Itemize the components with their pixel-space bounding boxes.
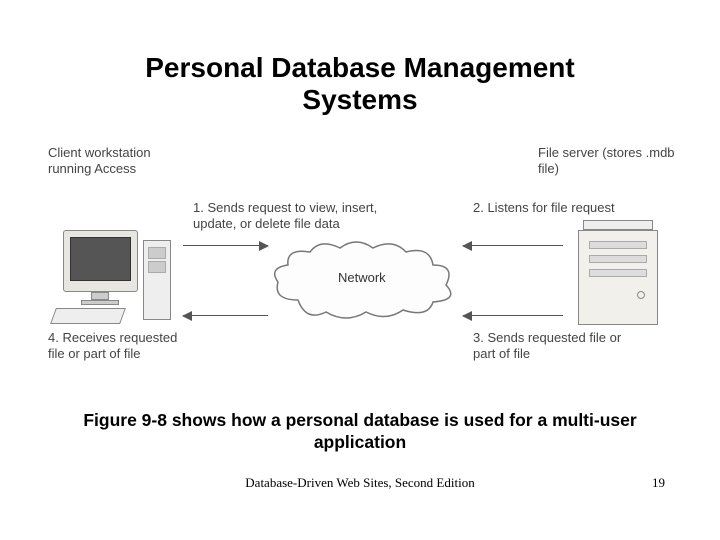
title-line-2: Systems: [302, 84, 417, 115]
server-body-icon: [578, 230, 658, 325]
arrow-step4-icon: [183, 315, 268, 316]
page-number: 19: [652, 475, 665, 491]
network-label: Network: [338, 270, 386, 286]
file-server-icon: [578, 220, 658, 325]
server-label: File server (stores .mdb file): [538, 145, 678, 178]
arrow-step1-icon: [183, 245, 268, 246]
server-slot-icon: [589, 255, 647, 263]
monitor-icon: [63, 230, 138, 292]
slide: Personal Database Management Systems Cli…: [0, 0, 720, 540]
computer-tower-icon: [143, 240, 171, 320]
figure-caption: Figure 9-8 shows how a personal database…: [48, 410, 672, 454]
slide-title: Personal Database Management Systems: [0, 52, 720, 116]
server-slot-icon: [589, 269, 647, 277]
client-label: Client workstation running Access: [48, 145, 168, 178]
arrow-step3-icon: [463, 315, 563, 316]
arrow-step2-icon: [463, 245, 563, 246]
step-2-label: 2. Listens for file request: [473, 200, 643, 216]
step-3-label: 3. Sends requested file or part of file: [473, 330, 643, 363]
figure-diagram: Client workstation running Access File s…: [48, 145, 672, 385]
title-line-1: Personal Database Management: [145, 52, 575, 83]
footer-source: Database-Driven Web Sites, Second Editio…: [0, 475, 720, 491]
step-1-label: 1. Sends request to view, insert, update…: [193, 200, 383, 233]
keyboard-icon: [50, 308, 126, 324]
monitor-base-icon: [81, 300, 119, 305]
client-workstation-icon: [53, 230, 173, 330]
step-4-label: 4. Receives requested file or part of fi…: [48, 330, 188, 363]
server-slot-icon: [589, 241, 647, 249]
server-top-icon: [583, 220, 653, 230]
server-button-icon: [637, 291, 645, 299]
monitor-stand-icon: [91, 292, 109, 300]
